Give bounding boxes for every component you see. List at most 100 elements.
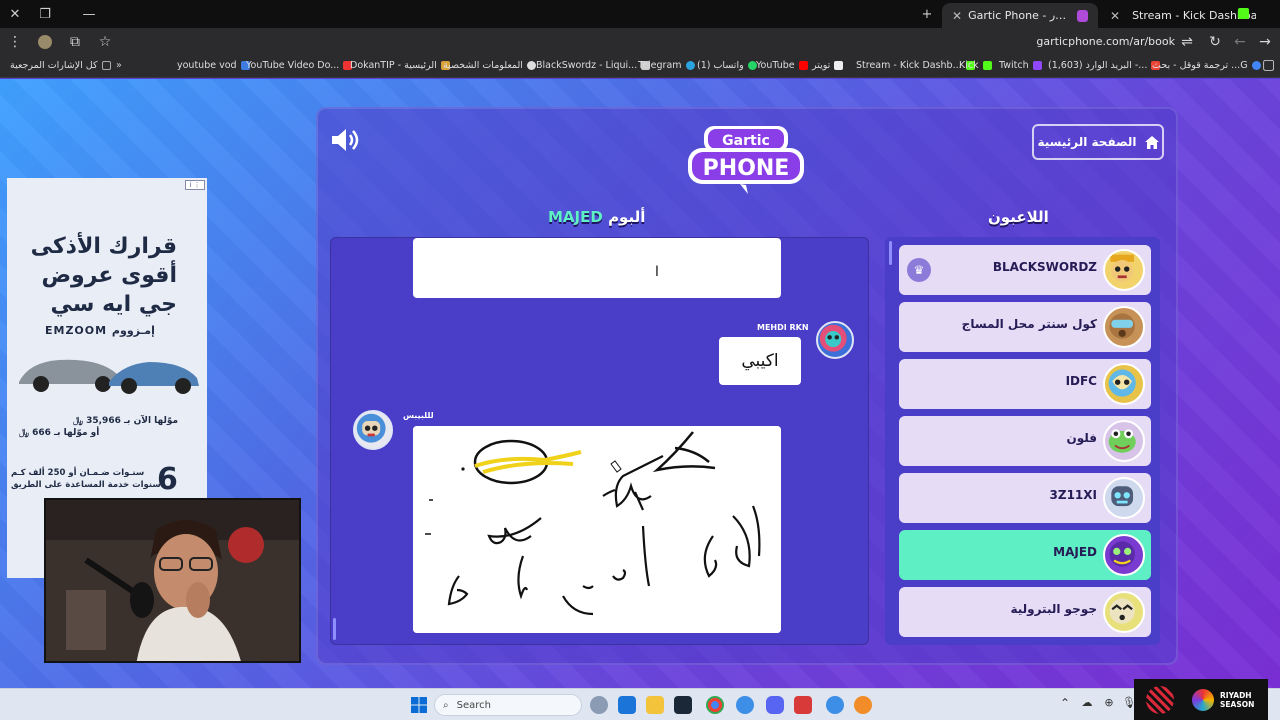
- bookmarks-bar: كل الإشارات المرجعية » youtube vod YouTu…: [0, 56, 1280, 78]
- bookmark-item[interactable]: DokanTIP - الرئيسية: [350, 60, 450, 71]
- logo-top-text: Gartic: [722, 133, 770, 149]
- store-icon[interactable]: [618, 696, 636, 714]
- player-row[interactable]: 3Z11XI: [899, 473, 1151, 523]
- album-feed[interactable]: ا MEHDI RKN اكيبي لللبيبس: [330, 237, 869, 645]
- settings-gear-icon[interactable]: [590, 696, 608, 714]
- folder-icon: [101, 61, 111, 70]
- taskbar-search[interactable]: ⌕ Search: [434, 694, 582, 716]
- extension-avatar-icon[interactable]: [30, 34, 60, 50]
- player-row-active[interactable]: MAJED: [899, 530, 1151, 580]
- player-row[interactable]: IDFC: [899, 359, 1151, 409]
- bookmark-star-icon[interactable]: ☆: [90, 34, 120, 50]
- windows-start-icon[interactable]: [410, 696, 428, 714]
- bookmark-item[interactable]: Stream - Kick Dashb...: [856, 60, 975, 71]
- album-drawing-canvas: [413, 426, 781, 633]
- player-name: كول سنتر محل المساج: [961, 317, 1097, 331]
- chrome-icon[interactable]: [706, 696, 724, 714]
- bookmark-item[interactable]: Twitch: [999, 60, 1042, 71]
- speaker-icon[interactable]: [330, 127, 360, 153]
- webcam-overlay: [44, 498, 301, 663]
- player-avatar: [1103, 363, 1145, 405]
- riyadh-line2: SEASON: [1220, 699, 1255, 709]
- home-icon: [1144, 135, 1159, 149]
- new-tab-icon[interactable]: +: [912, 0, 942, 28]
- player-row[interactable]: فلون: [899, 416, 1151, 466]
- restore-window-icon[interactable]: ❐: [30, 0, 60, 28]
- bookmark-item[interactable]: Telegram: [638, 60, 695, 71]
- players-scrollbar[interactable]: [889, 241, 892, 265]
- close-tab-icon[interactable]: ✕: [952, 9, 962, 23]
- album-title: MAJED ألبوم: [548, 208, 645, 226]
- player-avatar: [1103, 249, 1145, 291]
- entry-author: لللبيبس: [403, 411, 434, 420]
- riyadh-season-logo-icon: [1192, 688, 1214, 711]
- gartic-phone-logo: Gartic PHONE: [688, 126, 804, 194]
- kick-badge-icon: [1146, 685, 1174, 714]
- bookmark-item[interactable]: تويتر: [812, 60, 844, 71]
- player-row[interactable]: كول سنتر محل المساج: [899, 302, 1151, 352]
- media-app-icon[interactable]: [794, 696, 812, 714]
- player-avatar: [1103, 420, 1145, 462]
- entry-text-bubble: اكيبي: [719, 337, 801, 385]
- logo-bottom-text: PHONE: [703, 156, 790, 181]
- extensions-puzzle-icon[interactable]: ⧉: [60, 34, 90, 50]
- telegram-icon: [685, 61, 695, 70]
- site-settings-icon[interactable]: ⇌: [1172, 34, 1202, 50]
- steam-icon[interactable]: [674, 696, 692, 714]
- file-explorer-icon[interactable]: [646, 696, 664, 714]
- adchoices-icon[interactable]: i ⋮: [185, 180, 205, 190]
- chevron-double-icon[interactable]: »: [116, 60, 122, 71]
- bookmarks-folder-icon[interactable]: ▢: [1262, 57, 1275, 73]
- address-bar-row: ⋮ ⧉ ☆ garticphone.com/ar/book ⇌ ↻ ← →: [0, 28, 1280, 56]
- riyadh-season-badge: RIYADH SEASON: [1186, 679, 1268, 720]
- windows-taskbar: ⌕ Search ⌃ ☁ ⊕ 🎙: [0, 688, 1280, 720]
- minimize-window-icon[interactable]: —: [74, 0, 104, 28]
- kick-icon: [982, 61, 992, 70]
- bookmark-item[interactable]: المعلومات الشخصية: [443, 60, 536, 71]
- bookmark-item[interactable]: (1) واتساب: [697, 60, 757, 71]
- ad-headline-1: قرارك الأذكى: [30, 234, 177, 259]
- globe-icon: [526, 61, 536, 70]
- close-window-icon[interactable]: ✕: [0, 0, 30, 28]
- tab-title: Gartic Phone - الهاتف المكسور: [968, 9, 1071, 22]
- bookmark-item[interactable]: youtube vod: [177, 60, 250, 71]
- riyadh-line1: RIYADH: [1220, 690, 1252, 700]
- menu-dots-icon[interactable]: ⋮: [0, 34, 30, 50]
- search-placeholder: Search: [456, 699, 491, 711]
- url-field[interactable]: garticphone.com/ar/book: [1036, 35, 1175, 48]
- bookmark-item[interactable]: (1,603) البريد الوارد -...: [1048, 60, 1161, 71]
- forward-arrow-icon[interactable]: →: [1250, 34, 1280, 50]
- player-avatar: [1103, 306, 1145, 348]
- home-button[interactable]: الصفحة الرئيسية: [1032, 124, 1164, 160]
- kick-extension-icon[interactable]: [1238, 8, 1249, 19]
- player-row[interactable]: جوجو البترولية: [899, 587, 1151, 637]
- tab-kick-dashboard[interactable]: ✕ Stream - Kick Dashboard: [1100, 3, 1256, 28]
- ad-price-a: موّلها الآن بـ 35,966 ﷼: [73, 416, 179, 426]
- youtube-icon: [798, 61, 808, 70]
- album-card-drawing: ا: [413, 238, 781, 298]
- close-tab-icon[interactable]: ✕: [1110, 9, 1120, 23]
- bookmark-item[interactable]: Kick: [959, 60, 992, 71]
- kick-badge-overlay: [1134, 679, 1186, 720]
- x-icon: [834, 61, 844, 70]
- player-row[interactable]: ♛ BLACKSWORDZ: [899, 245, 1151, 295]
- discord-icon[interactable]: [766, 696, 784, 714]
- card-text: ا: [655, 264, 659, 280]
- player-avatar: [1103, 534, 1145, 576]
- player-name: MAJED: [1053, 545, 1097, 559]
- bookmark-item[interactable]: BlackSwordz - Liqui...: [536, 60, 651, 71]
- chevron-up-icon[interactable]: ⌃: [1056, 696, 1074, 714]
- bookmark-item[interactable]: ترجمة قوقل - بحث ...G: [1152, 60, 1261, 71]
- bookmark-all[interactable]: كل الإشارات المرجعية: [10, 60, 111, 71]
- bookmark-item[interactable]: YouTube: [756, 60, 808, 71]
- app-icon[interactable]: [736, 696, 754, 714]
- album-scrollbar[interactable]: [333, 618, 336, 640]
- player-name: IDFC: [1065, 374, 1097, 388]
- network-icon[interactable]: ⊕: [1100, 696, 1118, 714]
- players-list: ♛ BLACKSWORDZ كول سنتر محل المساج IDFC ف…: [885, 237, 1160, 645]
- tab-gartic-phone[interactable]: ✕ Gartic Phone - الهاتف المكسور: [942, 3, 1098, 28]
- bookmark-item[interactable]: YouTube Video Do...: [246, 60, 353, 71]
- overwatch-icon[interactable]: [854, 696, 872, 714]
- app-notification-icon[interactable]: [826, 696, 844, 714]
- tray-icon[interactable]: ☁: [1078, 696, 1096, 714]
